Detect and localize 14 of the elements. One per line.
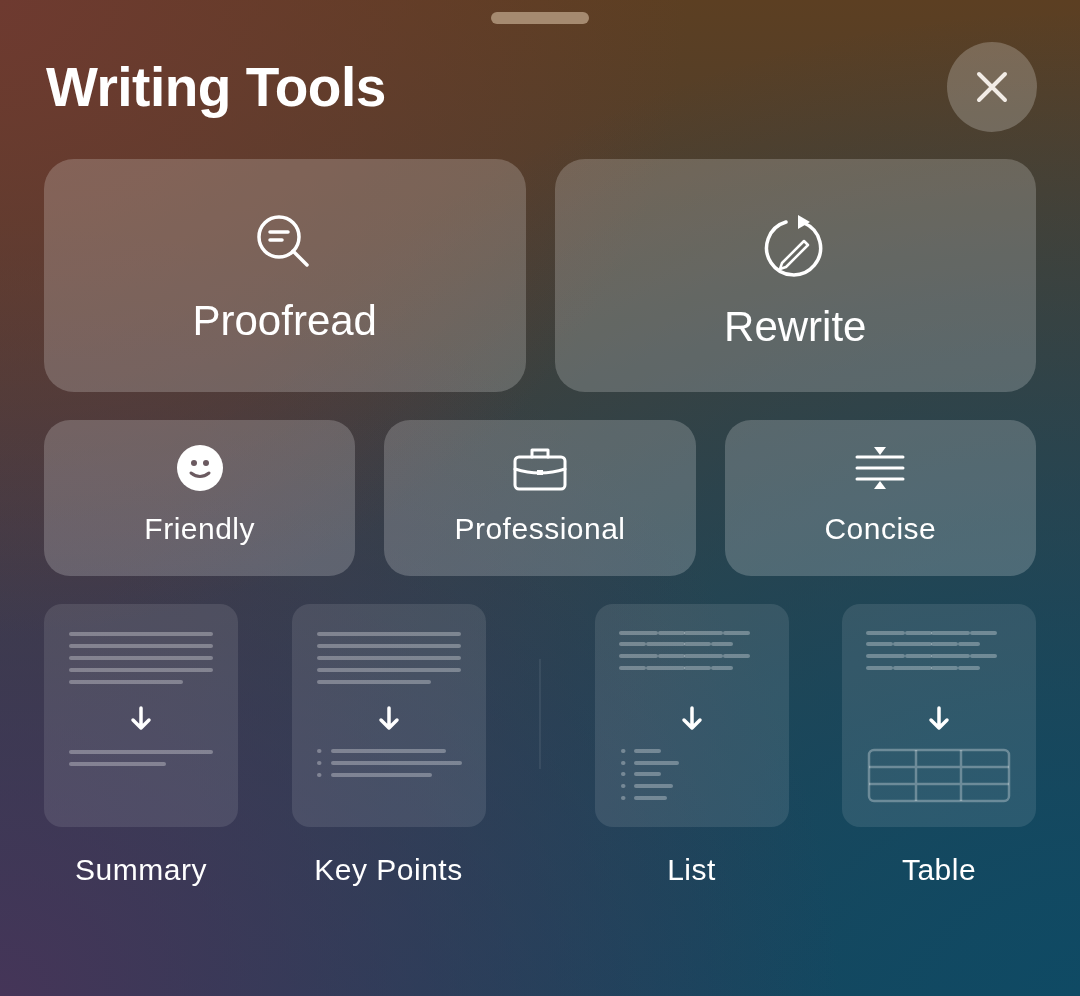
format-button[interactable]: List [594,604,789,887]
tool-button[interactable]: Proofread [44,159,526,392]
close-icon [976,71,1008,103]
tone-button[interactable]: Professional [384,420,696,576]
compress-icon [855,445,906,491]
drag-handle[interactable] [491,12,589,24]
format-button[interactable]: Key Points [291,604,486,887]
tone-button[interactable]: Friendly [44,420,356,576]
tool-button[interactable]: Rewrite [554,159,1036,392]
format-button[interactable]: Table [842,604,1036,887]
tone-button[interactable]: Concise [724,420,1036,576]
smiley-icon [175,444,224,492]
format-button[interactable]: Summary [44,604,238,887]
sheet-title: Writing Tools [46,55,386,119]
